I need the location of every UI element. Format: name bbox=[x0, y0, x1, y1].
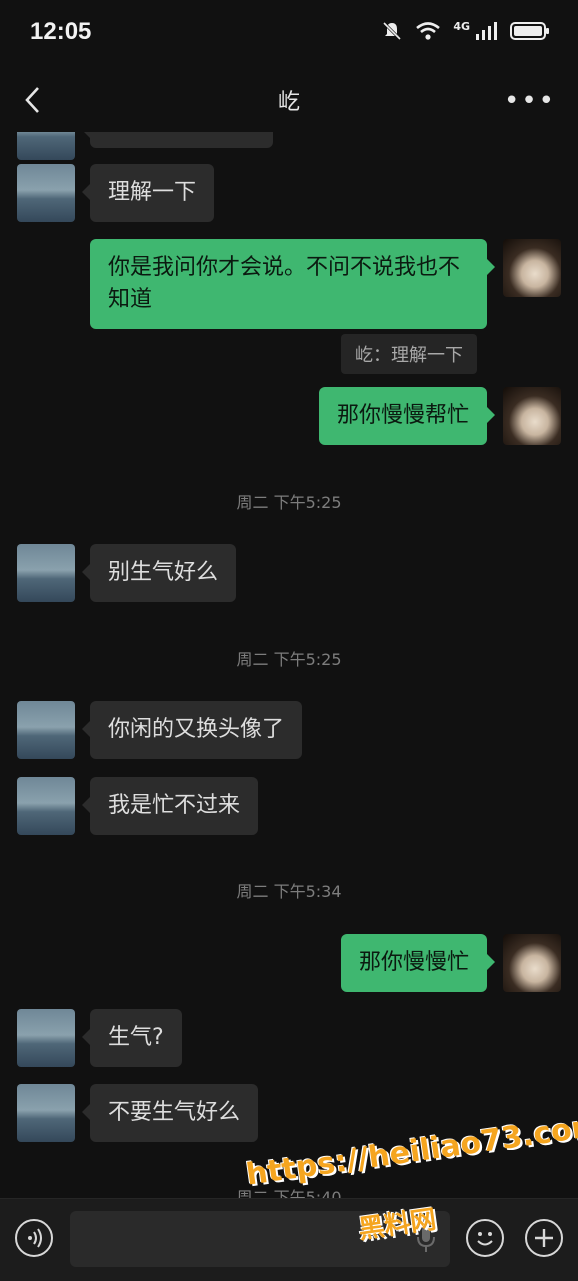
my-avatar[interactable] bbox=[503, 387, 561, 445]
message-bubble-outgoing[interactable]: 那你慢慢帮忙 bbox=[318, 387, 496, 445]
message-bubble-incoming[interactable]: 你闲的又换头像了 bbox=[81, 701, 303, 759]
timestamp: 周二 下午5:34 bbox=[236, 882, 342, 901]
mute-bell-icon bbox=[383, 21, 402, 41]
message-list[interactable]: 理解一下 你是我问你才会说。不问不说我也不知道 屹：理解一下 那你慢慢帮忙 周二… bbox=[0, 132, 578, 1198]
message-bubble-outgoing[interactable]: 那你慢慢忙 bbox=[340, 934, 496, 992]
emoji-icon[interactable] bbox=[466, 1219, 504, 1257]
input-bar bbox=[0, 1198, 578, 1281]
message-bubble-incoming[interactable] bbox=[82, 132, 273, 148]
message-bubble-incoming[interactable]: 不要生气好么 bbox=[81, 1084, 259, 1142]
quoted-reply[interactable]: 屹：理解一下 bbox=[341, 334, 477, 374]
timestamp: 周二 下午5:25 bbox=[236, 493, 342, 512]
my-avatar[interactable] bbox=[503, 239, 561, 297]
signal-icon bbox=[476, 22, 497, 40]
message-bubble-incoming[interactable]: 别生气好么 bbox=[81, 544, 237, 602]
contact-avatar[interactable] bbox=[17, 701, 75, 759]
plus-icon[interactable] bbox=[525, 1219, 563, 1257]
status-bar: 12:05 4G bbox=[0, 0, 578, 68]
contact-avatar[interactable] bbox=[17, 164, 75, 222]
message-bubble-incoming[interactable]: 我是忙不过来 bbox=[81, 777, 259, 835]
voice-mode-icon[interactable] bbox=[15, 1219, 53, 1257]
message-bubble-outgoing[interactable]: 你是我问你才会说。不问不说我也不知道 bbox=[90, 239, 495, 329]
contact-avatar[interactable] bbox=[17, 1009, 75, 1067]
more-options-icon[interactable]: ••• bbox=[504, 86, 556, 116]
message-bubble-incoming[interactable]: 生气? bbox=[82, 1009, 182, 1067]
message-bubble-incoming[interactable]: 理解一下 bbox=[81, 164, 215, 222]
status-time: 12:05 bbox=[30, 18, 92, 45]
network-label: 4G bbox=[453, 20, 470, 33]
wifi-icon bbox=[416, 22, 441, 40]
contact-avatar[interactable] bbox=[17, 544, 75, 602]
chat-header: 屹 ••• bbox=[0, 68, 578, 132]
battery-icon bbox=[510, 22, 549, 40]
chat-title: 屹 bbox=[277, 90, 300, 115]
contact-avatar[interactable] bbox=[17, 132, 75, 160]
contact-avatar[interactable] bbox=[17, 777, 75, 835]
timestamp: 周二 下午5:25 bbox=[236, 650, 342, 669]
contact-avatar[interactable] bbox=[17, 1084, 75, 1142]
my-avatar[interactable] bbox=[503, 934, 561, 992]
status-icons: 4G bbox=[381, 20, 550, 42]
